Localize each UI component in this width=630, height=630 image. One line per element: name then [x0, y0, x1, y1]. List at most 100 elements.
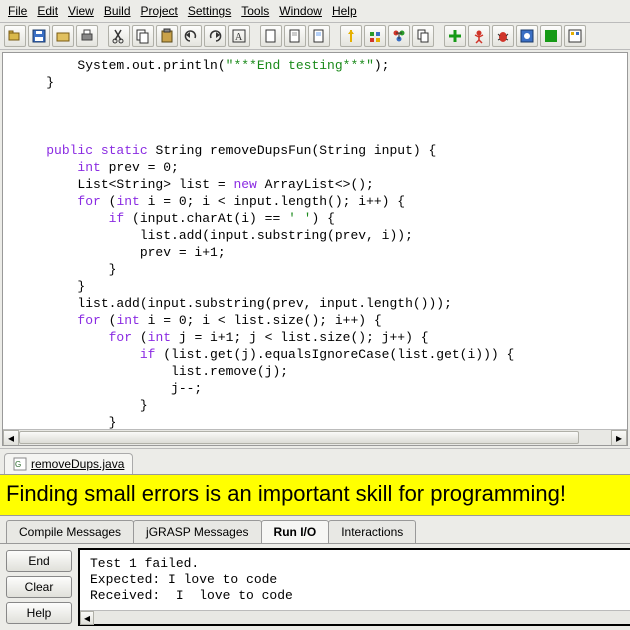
- newfile-button[interactable]: [260, 25, 282, 47]
- code-text: }: [15, 279, 85, 294]
- compileproj-icon: [311, 28, 327, 44]
- code-text: j--;: [15, 381, 202, 396]
- interactions-button[interactable]: [564, 25, 586, 47]
- code-text: [15, 160, 77, 175]
- code-text: [15, 211, 109, 226]
- newfile-icon: [263, 28, 279, 44]
- viewer-button[interactable]: [516, 25, 538, 47]
- file-tabstrip: G removeDups.java: [0, 448, 630, 474]
- compile-icon: [287, 28, 303, 44]
- copy-button[interactable]: [132, 25, 154, 47]
- code-string: "***End testing***": [226, 58, 374, 73]
- open-button[interactable]: [4, 25, 26, 47]
- code-text: (input.charAt(i) ==: [124, 211, 288, 226]
- code-text: ) {: [311, 211, 334, 226]
- scroll-left-icon[interactable]: ◂: [80, 611, 94, 625]
- selectall-button[interactable]: A: [228, 25, 250, 47]
- svg-text:G: G: [15, 460, 21, 469]
- editor-pane: System.out.println("***End testing***");…: [2, 52, 628, 446]
- code-text: ArrayList<>();: [257, 177, 374, 192]
- viewer-icon: [519, 28, 535, 44]
- code-text: (list.get(j).equalsIgnoreCase(list.get(i…: [155, 347, 514, 362]
- undo-button[interactable]: [180, 25, 202, 47]
- browse-button[interactable]: [52, 25, 74, 47]
- uml-icon: [343, 28, 359, 44]
- menu-settings[interactable]: Settings: [184, 2, 235, 20]
- print-button[interactable]: [76, 25, 98, 47]
- code-text: prev = i+1;: [15, 245, 226, 260]
- menu-tools[interactable]: Tools: [237, 2, 273, 20]
- copy-icon: [135, 28, 151, 44]
- scroll-right-icon[interactable]: ▸: [611, 430, 627, 446]
- debug-button[interactable]: [492, 25, 514, 47]
- canvas-button[interactable]: [540, 25, 562, 47]
- code-keyword: int: [148, 330, 171, 345]
- runio-panel: End Clear Help Test 1 failed. Expected: …: [0, 543, 630, 630]
- tab-interactions[interactable]: Interactions: [328, 520, 416, 543]
- cpg-icon: [391, 28, 407, 44]
- file-tab-removedups[interactable]: G removeDups.java: [4, 453, 133, 474]
- code-text: list.remove(j);: [15, 364, 288, 379]
- end-button[interactable]: End: [6, 550, 72, 572]
- menu-view[interactable]: View: [64, 2, 98, 20]
- output-tabstrip: Compile Messages jGRASP Messages Run I/O…: [0, 516, 630, 543]
- uml-button[interactable]: [340, 25, 362, 47]
- runio-hscrollbar[interactable]: ◂: [80, 610, 630, 624]
- browse-icon: [55, 28, 71, 44]
- file-tab-label: removeDups.java: [31, 457, 124, 471]
- code-text: [15, 347, 140, 362]
- compile-button[interactable]: [284, 25, 306, 47]
- code-text: [15, 143, 46, 158]
- code-keyword: for: [77, 313, 100, 328]
- clear-button[interactable]: Clear: [6, 576, 72, 598]
- highlight-banner: Finding small errors is an important ski…: [0, 474, 630, 516]
- code-text: i = 0; i < input.length(); i++) {: [140, 194, 405, 209]
- runplus-button[interactable]: [444, 25, 466, 47]
- runio-button-column: End Clear Help: [0, 544, 78, 630]
- code-text: }: [15, 75, 54, 90]
- redo-icon: [207, 28, 223, 44]
- runio-output: Test 1 failed. Expected: I love to code …: [78, 548, 630, 626]
- csd-icon: [367, 28, 383, 44]
- runplus-icon: [447, 28, 463, 44]
- runio-text[interactable]: Test 1 failed. Expected: I love to code …: [80, 550, 630, 610]
- menu-project[interactable]: Project: [137, 2, 182, 20]
- run-icon: [471, 28, 487, 44]
- run-button[interactable]: [468, 25, 490, 47]
- code-editor[interactable]: System.out.println("***End testing***");…: [3, 53, 627, 429]
- code-keyword: public static: [46, 143, 147, 158]
- code-keyword: if: [109, 211, 125, 226]
- code-string: ' ': [288, 211, 311, 226]
- scroll-left-icon[interactable]: ◂: [3, 430, 19, 446]
- menu-edit[interactable]: Edit: [33, 2, 62, 20]
- open-icon: [7, 28, 23, 44]
- doc-button[interactable]: [412, 25, 434, 47]
- compileproj-button[interactable]: [308, 25, 330, 47]
- code-keyword: for: [109, 330, 132, 345]
- menu-build[interactable]: Build: [100, 2, 135, 20]
- menu-help[interactable]: Help: [328, 2, 361, 20]
- csd-button[interactable]: [364, 25, 386, 47]
- cpg-button[interactable]: [388, 25, 410, 47]
- help-button[interactable]: Help: [6, 602, 72, 624]
- menu-window[interactable]: Window: [275, 2, 326, 20]
- tab-compile-messages[interactable]: Compile Messages: [6, 520, 134, 543]
- save-button[interactable]: [28, 25, 50, 47]
- code-text: [15, 330, 109, 345]
- java-file-icon: G: [13, 457, 27, 471]
- print-icon: [79, 28, 95, 44]
- debug-icon: [495, 28, 511, 44]
- code-text: [15, 313, 77, 328]
- editor-hscrollbar[interactable]: ◂ ▸: [3, 429, 627, 445]
- code-text: );: [374, 58, 390, 73]
- scroll-thumb[interactable]: [19, 431, 579, 444]
- paste-button[interactable]: [156, 25, 178, 47]
- tab-jgrasp-messages[interactable]: jGRASP Messages: [133, 520, 262, 543]
- redo-button[interactable]: [204, 25, 226, 47]
- tab-run-io[interactable]: Run I/O: [261, 520, 330, 543]
- code-text: i = 0; i < list.size(); i++) {: [140, 313, 382, 328]
- code-keyword: int: [77, 160, 100, 175]
- cut-button[interactable]: [108, 25, 130, 47]
- menu-file[interactable]: File: [4, 2, 31, 20]
- selectall-icon: A: [231, 28, 247, 44]
